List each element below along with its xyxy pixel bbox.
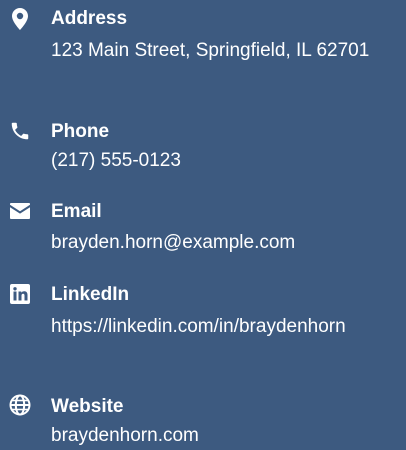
contact-item-email: Email brayden.horn@example.com [0,195,406,265]
contact-label-address: Address [51,8,128,29]
contact-label-linkedin: LinkedIn [51,284,130,305]
contact-label-phone: Phone [51,121,110,142]
contact-value-phone: (217) 555-0123 [51,150,181,171]
contact-item-phone: Phone (217) 555-0123 [0,113,406,183]
contact-value-linkedin: https://linkedin.com/in/braydenhorn [51,316,346,337]
contact-value-email: brayden.horn@example.com [51,232,296,253]
contact-label-email: Email [51,201,102,222]
contact-label-website: Website [51,396,124,417]
phone-icon [8,119,32,143]
globe-icon [8,393,32,417]
contact-value-website: braydenhorn.com [51,425,199,446]
contact-item-address: Address 123 Main Street, Springfield, IL… [0,0,406,100]
contact-value-address: 123 Main Street, Springfield, IL 62701 [51,40,370,61]
envelope-icon [8,199,32,223]
contact-item-website: Website braydenhorn.com [0,388,406,450]
linkedin-icon [8,282,32,306]
map-marker-icon [8,7,32,31]
contact-item-linkedin: LinkedIn https://linkedin.com/in/brayden… [0,280,406,380]
